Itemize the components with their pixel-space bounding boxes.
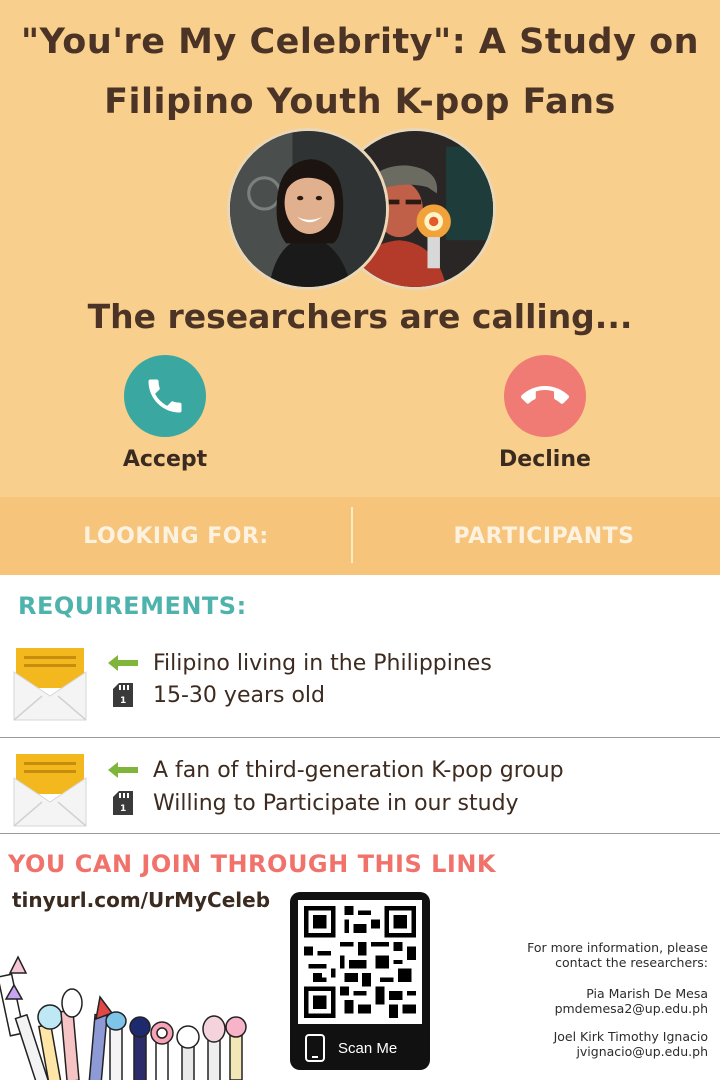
message-item[interactable]: Filipino living in the Philippines 1 15-… <box>0 640 720 737</box>
decline-label: Decline <box>499 447 591 472</box>
researcher-email[interactable]: jvignacio@up.edu.ph <box>468 1044 708 1059</box>
looking-for-label: LOOKING FOR: <box>83 523 269 549</box>
title-line-2: Filipino Youth K-pop Fans <box>104 82 616 122</box>
phone-outline-icon <box>305 1034 325 1062</box>
decline-call-button[interactable] <box>504 355 586 437</box>
requirement-text: Willing to Participate in our study <box>153 790 519 816</box>
requirement-row: 1 15-30 years old <box>105 682 325 708</box>
researcher-name: Joel Kirk Timothy Ignacio <box>553 1029 708 1044</box>
requirement-row: A fan of third-generation K-pop group <box>105 757 564 783</box>
sd-card-icon: 1 <box>105 682 141 708</box>
call-screen-header: "You're My Celebrity": A Study on Filipi… <box>0 0 720 497</box>
researcher-contact: Pia Marish De Mesa pmdemesa2@up.edu.ph <box>468 986 708 1016</box>
band-divider <box>351 507 353 563</box>
message-item[interactable]: A fan of third-generation K-pop group 1 … <box>0 738 720 833</box>
accept-label: Accept <box>122 447 208 472</box>
researcher-contact: Joel Kirk Timothy Ignacio jvignacio@up.e… <box>468 1029 708 1059</box>
page-title: "You're My Celebrity": A Study on Filipi… <box>0 12 720 132</box>
phone-icon <box>148 379 182 413</box>
sd-card-icon: 1 <box>105 790 141 816</box>
qr-code <box>298 900 422 1024</box>
contact-info: For more information, please contact the… <box>468 940 708 1072</box>
divider <box>0 833 720 834</box>
contact-intro: For more information, please contact the… <box>468 940 708 970</box>
title-line-1: "You're My Celebrity": A Study on <box>20 22 700 62</box>
requirement-text: 15-30 years old <box>153 682 325 708</box>
requirements-heading: REQUIREMENTS: <box>18 592 247 620</box>
participants-label: PARTICIPANTS <box>453 523 635 549</box>
requirement-text: A fan of third-generation K-pop group <box>153 757 564 783</box>
researcher-email[interactable]: pmdemesa2@up.edu.ph <box>468 1001 708 1016</box>
looking-for-band: LOOKING FOR: PARTICIPANTS <box>0 497 720 575</box>
researcher-name: Pia Marish De Mesa <box>586 986 708 1001</box>
arrow-left-icon <box>105 757 141 783</box>
researcher-photo-1 <box>227 128 389 290</box>
arrow-left-icon <box>105 650 141 676</box>
hang-up-icon <box>521 386 569 404</box>
contact-intro-line-2: contact the researchers: <box>555 955 708 970</box>
join-heading: YOU CAN JOIN THROUGH THIS LINK <box>8 850 497 878</box>
calling-status: The researchers are calling... <box>87 297 633 336</box>
researcher-1-portrait <box>230 131 386 287</box>
requirement-row: Filipino living in the Philippines <box>105 650 492 676</box>
svg-text:1: 1 <box>120 696 126 706</box>
svg-text:1: 1 <box>120 804 126 814</box>
signup-link[interactable]: tinyurl.com/UrMyCeleb <box>12 888 270 912</box>
accept-call-button[interactable] <box>124 355 206 437</box>
requirement-row: 1 Willing to Participate in our study <box>105 790 519 816</box>
lightsticks-illustration <box>0 955 247 1080</box>
qr-code-icon <box>304 906 416 1018</box>
qr-footer: Scan Me <box>298 1034 422 1062</box>
contact-intro-line-1: For more information, please <box>527 940 708 955</box>
envelope-icon <box>13 754 87 827</box>
envelope-icon <box>13 648 87 721</box>
qr-code-card[interactable]: Scan Me <box>290 892 430 1070</box>
scan-me-label: Scan Me <box>338 1039 398 1057</box>
requirement-text: Filipino living in the Philippines <box>153 650 492 676</box>
